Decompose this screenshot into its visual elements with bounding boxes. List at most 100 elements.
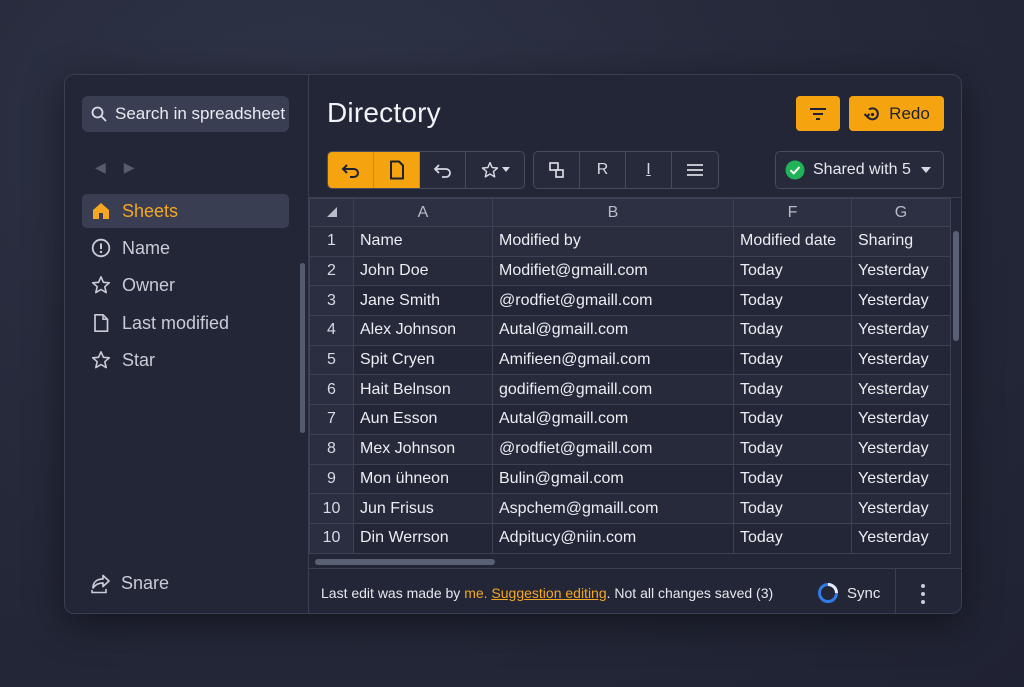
table-cell[interactable]: @rodfiet@gmaill.com bbox=[492, 433, 734, 465]
select-all-corner[interactable] bbox=[309, 198, 354, 227]
table-cell[interactable]: Jun Frisus bbox=[353, 493, 493, 524]
search-box[interactable]: Search in spreadsheet bbox=[82, 96, 289, 132]
row-number[interactable]: 3 bbox=[309, 285, 354, 317]
table-cell[interactable]: Din Werrson bbox=[353, 522, 493, 554]
paint-format-button[interactable] bbox=[534, 152, 580, 188]
sidebar-item-star[interactable]: Star bbox=[82, 343, 289, 377]
format-r-button[interactable]: R bbox=[580, 152, 626, 188]
table-cell[interactable]: Mon ühneon bbox=[353, 463, 493, 495]
row-number[interactable]: 6 bbox=[309, 374, 354, 406]
table-cell[interactable]: Autal@gmaill.com bbox=[492, 315, 734, 346]
column-header[interactable]: G bbox=[851, 198, 951, 227]
sidebar-item-label: Owner bbox=[122, 274, 176, 295]
table-cell[interactable]: Yesterday bbox=[851, 285, 951, 317]
table-cell[interactable]: godifiem@gmaill.com bbox=[492, 374, 734, 406]
table-cell[interactable]: @rodfiet@gmaill.com bbox=[492, 285, 734, 317]
table-cell[interactable]: Modifiet@gmaill.com bbox=[492, 255, 734, 287]
more-options-icon[interactable] bbox=[915, 581, 931, 607]
table-cell[interactable]: Yesterday bbox=[851, 433, 951, 465]
table-cell[interactable]: Hait Belnson bbox=[353, 374, 493, 406]
table-cell[interactable]: Sharing bbox=[851, 226, 951, 257]
table-cell[interactable]: Alex Johnson bbox=[353, 315, 493, 346]
share-button[interactable]: Snare bbox=[89, 573, 169, 594]
toolbar: R I bbox=[327, 151, 719, 189]
table-cell[interactable]: Yesterday bbox=[851, 374, 951, 406]
row-number[interactable]: 5 bbox=[309, 344, 354, 376]
sync-button[interactable]: Sync bbox=[817, 582, 880, 604]
table-cell[interactable]: Today bbox=[733, 404, 852, 435]
column-header[interactable]: F bbox=[733, 198, 852, 227]
paint-format-icon bbox=[548, 162, 564, 178]
column-header[interactable]: B bbox=[492, 198, 734, 227]
table-cell[interactable]: Yesterday bbox=[851, 255, 951, 287]
table-cell[interactable]: Jane Smith bbox=[353, 285, 493, 317]
sidebar-item-last-modified[interactable]: Last modified bbox=[82, 306, 289, 340]
sidebar-item-owner[interactable]: Owner bbox=[82, 268, 289, 302]
table-cell[interactable]: Today bbox=[733, 344, 852, 376]
filter-button[interactable] bbox=[796, 96, 840, 131]
forward-arrow-icon[interactable]: ▶ bbox=[124, 159, 135, 176]
table-cell[interactable]: Modified date bbox=[733, 226, 852, 257]
shared-with-dropdown[interactable]: Shared with 5 bbox=[775, 151, 944, 189]
table-cell[interactable]: Today bbox=[733, 433, 852, 465]
table-cell[interactable]: Autal@gmaill.com bbox=[492, 404, 734, 435]
align-button[interactable] bbox=[672, 152, 718, 188]
table-cell[interactable]: John Doe bbox=[353, 255, 493, 287]
horizontal-scrollbar[interactable] bbox=[315, 559, 495, 565]
table-cell[interactable]: Adpitucy@niin.com bbox=[492, 522, 734, 554]
row-number[interactable]: 10 bbox=[309, 493, 354, 524]
table-cell[interactable]: Name bbox=[353, 226, 493, 257]
caret-down-icon bbox=[921, 167, 931, 173]
caret-down-icon bbox=[501, 167, 510, 172]
document-icon bbox=[389, 160, 404, 180]
row-number[interactable]: 8 bbox=[309, 433, 354, 465]
row-number[interactable]: 1 bbox=[309, 226, 354, 257]
table-row: 4 Alex Johnson Autal@gmaill.com Today Ye… bbox=[309, 315, 951, 346]
sidebar-item-sheets[interactable]: Sheets bbox=[82, 194, 289, 228]
table-cell[interactable]: Today bbox=[733, 374, 852, 406]
vertical-scrollbar[interactable] bbox=[953, 231, 959, 341]
table-cell[interactable]: Mex Johnson bbox=[353, 433, 493, 465]
suggestion-editing-link[interactable]: Suggestion editing bbox=[491, 585, 606, 601]
star-dropdown-button[interactable] bbox=[466, 152, 524, 188]
table-cell[interactable]: Today bbox=[733, 315, 852, 346]
sidebar-item-label: Name bbox=[122, 237, 171, 258]
row-number[interactable]: 2 bbox=[309, 255, 354, 287]
table-cell[interactable]: Modified by bbox=[492, 226, 734, 257]
row-number[interactable]: 10 bbox=[309, 522, 354, 554]
row-number[interactable]: 9 bbox=[309, 463, 354, 495]
table-cell[interactable]: Today bbox=[733, 493, 852, 524]
table-row: 7 Aun Esson Autal@gmaill.com Today Yeste… bbox=[309, 404, 951, 435]
table-cell[interactable]: Today bbox=[733, 285, 852, 317]
table-cell[interactable]: Today bbox=[733, 463, 852, 495]
row-number[interactable]: 4 bbox=[309, 315, 354, 346]
table-cell[interactable]: Today bbox=[733, 255, 852, 287]
table-cell[interactable]: Bulin@gmail.com bbox=[492, 463, 734, 495]
format-i-button[interactable]: I bbox=[626, 152, 672, 188]
star-icon bbox=[481, 161, 498, 178]
status-message: Last edit was made by me. Suggestion edi… bbox=[321, 585, 773, 601]
table-cell[interactable]: Yesterday bbox=[851, 315, 951, 346]
row-number[interactable]: 7 bbox=[309, 404, 354, 435]
sidebar-item-name[interactable]: Name bbox=[82, 231, 289, 265]
undo-button[interactable] bbox=[328, 152, 374, 188]
redo-button[interactable]: Redo bbox=[849, 96, 944, 131]
table-cell[interactable]: Aspchem@gmaill.com bbox=[492, 493, 734, 524]
search-input[interactable]: Search in spreadsheet bbox=[115, 104, 285, 124]
table-cell[interactable]: Spit Cryen bbox=[353, 344, 493, 376]
table-cell[interactable]: Today bbox=[733, 522, 852, 554]
table-cell[interactable]: Yesterday bbox=[851, 404, 951, 435]
new-document-button[interactable] bbox=[374, 152, 420, 188]
sidebar-scrollbar[interactable] bbox=[300, 263, 305, 433]
table-cell[interactable]: Yesterday bbox=[851, 522, 951, 554]
undo-secondary-button[interactable] bbox=[420, 152, 466, 188]
column-header[interactable]: A bbox=[353, 198, 493, 227]
column-header-row: A B F G bbox=[309, 198, 951, 227]
table-cell[interactable]: Yesterday bbox=[851, 344, 951, 376]
status-author-link[interactable]: me. bbox=[464, 585, 487, 601]
table-cell[interactable]: Yesterday bbox=[851, 493, 951, 524]
table-cell[interactable]: Aun Esson bbox=[353, 404, 493, 435]
back-arrow-icon[interactable]: ◀ bbox=[95, 159, 106, 176]
table-cell[interactable]: Yesterday bbox=[851, 463, 951, 495]
table-cell[interactable]: Amifieen@gmail.com bbox=[492, 344, 734, 376]
